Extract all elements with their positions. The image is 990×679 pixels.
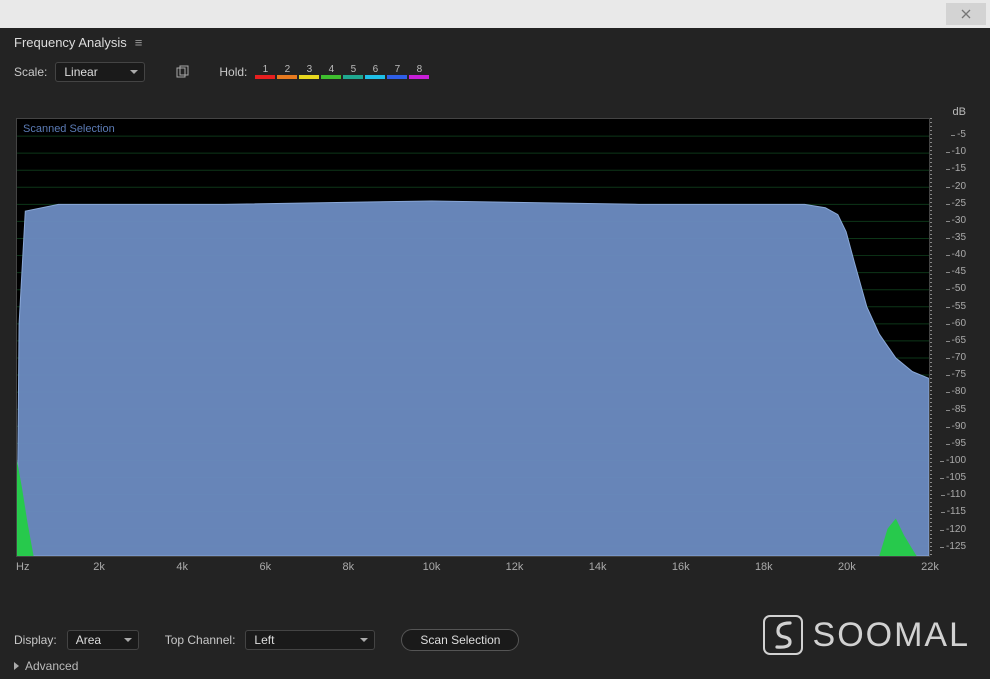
x-axis: Hz 2k4k6k8k10k12k14k16k18k20k22k	[16, 557, 930, 579]
hold-swatch-1[interactable]: 1	[255, 64, 275, 80]
hold-swatch-6[interactable]: 6	[365, 64, 385, 80]
y-tick: -95	[952, 439, 966, 449]
panel-header: Frequency Analysis ≡	[0, 28, 990, 56]
x-tick: 18k	[755, 561, 773, 573]
hold-swatch-5[interactable]: 5	[343, 64, 363, 80]
y-tick: -30	[952, 216, 966, 226]
y-tick: -45	[952, 267, 966, 277]
y-axis-unit: dB	[953, 106, 966, 118]
y-tick: -120	[946, 525, 966, 535]
topchannel-value: Left	[254, 633, 274, 647]
x-tick: 2k	[93, 561, 105, 573]
y-tick: -75	[952, 370, 966, 380]
hold-label: Hold:	[219, 65, 247, 79]
chart-container: dB Scanned Selection -5-10-15-20-25-30-3…	[16, 118, 968, 579]
y-axis: -5 -10 -15 -20 -25 -30 -35 -40 -45 -50 -55 -60 -65 -7…	[930, 118, 968, 557]
display-value: Area	[76, 633, 101, 647]
scale-select[interactable]: Linear	[55, 62, 145, 82]
hold-swatch-3[interactable]: 3	[299, 64, 319, 80]
x-tick: 16k	[672, 561, 690, 573]
y-tick: -55	[952, 302, 966, 312]
y-tick: -25	[952, 199, 966, 209]
y-tick: -110	[947, 490, 966, 500]
y-tick: -50	[952, 284, 966, 294]
watermark-text: SOOMAL	[813, 616, 970, 655]
copy-graph-icon[interactable]	[173, 62, 193, 82]
spectrum-plot[interactable]: Scanned Selection	[16, 118, 930, 557]
y-tick: -5	[957, 130, 966, 140]
topchannel-label: Top Channel:	[165, 633, 236, 647]
chevron-right-icon	[14, 662, 19, 670]
y-tick: -105	[946, 473, 966, 483]
watermark-logo-icon	[763, 615, 803, 655]
y-tick: -40	[952, 250, 966, 260]
display-label: Display:	[14, 633, 57, 647]
y-tick: -115	[947, 507, 966, 517]
window-titlebar	[0, 0, 990, 28]
hold-swatch-2[interactable]: 2	[277, 64, 297, 80]
scale-value: Linear	[64, 65, 97, 79]
scan-selection-label: Scan Selection	[420, 633, 500, 647]
y-tick: -65	[952, 336, 966, 346]
window-close-button[interactable]	[946, 3, 986, 25]
panel-menu-icon[interactable]: ≡	[135, 35, 143, 50]
scale-label: Scale:	[14, 65, 47, 79]
panel-title: Frequency Analysis	[14, 35, 127, 50]
hold-swatch-8[interactable]: 8	[409, 64, 429, 80]
x-tick: 6k	[259, 561, 271, 573]
watermark: SOOMAL	[763, 615, 970, 655]
hold-swatch-7[interactable]: 7	[387, 64, 407, 80]
scanned-selection-label: Scanned Selection	[23, 123, 115, 135]
x-tick: 12k	[506, 561, 524, 573]
advanced-toggle[interactable]: Advanced	[14, 659, 78, 673]
x-tick: 10k	[423, 561, 441, 573]
y-tick: -85	[952, 405, 966, 415]
scan-selection-button[interactable]: Scan Selection	[401, 629, 519, 651]
x-tick: 22k	[921, 561, 939, 573]
hold-swatch-4[interactable]: 4	[321, 64, 341, 80]
y-tick: -20	[952, 182, 966, 192]
display-select[interactable]: Area	[67, 630, 139, 650]
topchannel-select[interactable]: Left	[245, 630, 375, 650]
advanced-label: Advanced	[25, 659, 78, 673]
y-tick: -60	[952, 319, 966, 329]
x-tick: 4k	[176, 561, 188, 573]
y-tick: -90	[952, 422, 966, 432]
y-tick: -80	[952, 387, 966, 397]
y-tick: -35	[952, 233, 966, 243]
y-tick: -100	[946, 456, 966, 466]
y-tick: -10	[952, 147, 966, 157]
hold-swatches: 12345678	[255, 64, 429, 80]
toolbar: Scale: Linear Hold: 12345678	[0, 56, 990, 88]
x-tick: 8k	[343, 561, 355, 573]
y-tick: -70	[952, 353, 966, 363]
x-axis-unit: Hz	[16, 561, 29, 573]
y-tick: -15	[952, 164, 966, 174]
x-tick: 20k	[838, 561, 856, 573]
y-tick: -125	[946, 542, 966, 552]
x-tick: 14k	[589, 561, 607, 573]
